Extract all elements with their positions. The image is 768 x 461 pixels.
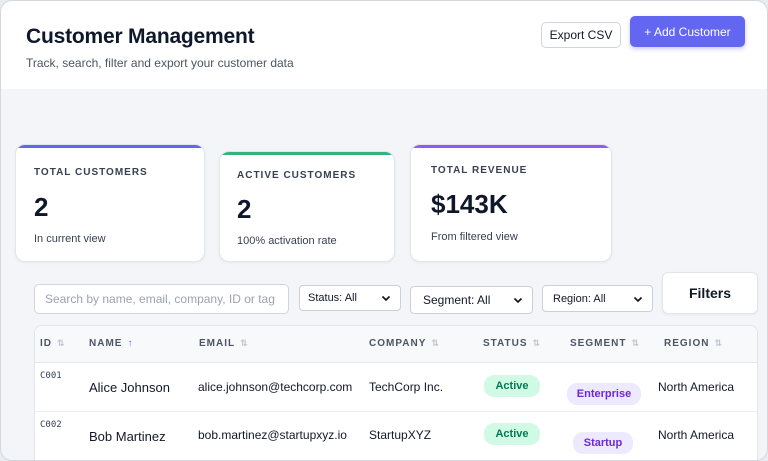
region-select-value: Region: All (553, 292, 606, 305)
column-header-status[interactable]: STATUS ⇅ (483, 338, 540, 349)
column-header-name[interactable]: NAME ↑ (89, 338, 132, 349)
sort-icon: ⇅ (631, 338, 639, 348)
card-accent-bar (16, 145, 204, 148)
cell-email: alice.johnson@techcorp.com (198, 380, 353, 394)
chevron-down-icon (633, 296, 643, 302)
stat-card-total-revenue: TOTAL REVENUE $143K From filtered view (410, 144, 612, 262)
stat-value: $143K (431, 189, 508, 219)
stat-card-active-customers: ACTIVE CUSTOMERS 2 100% activation rate (219, 151, 395, 262)
status-select[interactable]: Status: All (299, 285, 401, 311)
stat-value: 2 (34, 192, 49, 222)
sort-icon: ⇅ (240, 338, 248, 348)
table-row[interactable]: C002 Bob Martinez bob.martinez@startupxy… (35, 412, 757, 460)
stat-label: TOTAL REVENUE (431, 165, 528, 176)
add-customer-button[interactable]: + Add Customer (630, 16, 745, 47)
stat-label: TOTAL CUSTOMERS (34, 167, 148, 178)
cell-name: Alice Johnson (89, 380, 170, 395)
column-header-company[interactable]: COMPANY ⇅ (369, 338, 439, 349)
sort-icon: ⇅ (57, 338, 65, 348)
page-title: Customer Management (26, 25, 255, 48)
chevron-down-icon (513, 297, 523, 304)
column-header-segment[interactable]: SEGMENT ⇅ (570, 338, 639, 349)
stat-label: ACTIVE CUSTOMERS (237, 170, 357, 181)
segment-select-value: Segment: All (423, 293, 491, 307)
card-accent-bar (220, 152, 394, 155)
cell-company: StartupXYZ (369, 428, 432, 442)
status-badge: Active (484, 375, 540, 397)
filters-button[interactable]: Filters (662, 272, 758, 314)
stat-card-total-customers: TOTAL CUSTOMERS 2 In current view (15, 144, 205, 262)
cell-id: C002 (40, 420, 62, 430)
region-select[interactable]: Region: All (542, 285, 653, 312)
cell-email: bob.martinez@startupxyz.io (198, 428, 347, 442)
cell-id: C001 (40, 371, 62, 381)
card-accent-bar (411, 145, 611, 148)
status-badge: Active (484, 423, 540, 445)
sort-icon: ⇅ (431, 338, 439, 348)
table-header: ID ⇅ NAME ↑ EMAIL ⇅ COMPANY ⇅ STATUS ⇅ SEGMEN… (35, 326, 757, 363)
column-header-region[interactable]: REGION ⇅ (664, 338, 722, 349)
stat-subtext: In current view (34, 233, 106, 245)
cell-region: North America (658, 380, 735, 394)
cell-company: TechCorp Inc. (369, 380, 444, 394)
stat-value: 2 (237, 194, 252, 224)
segment-badge: Enterprise (567, 383, 641, 405)
export-csv-button[interactable]: Export CSV (541, 22, 621, 48)
cell-name: Bob Martinez (89, 429, 166, 444)
arrow-up-icon: ↑ (127, 338, 133, 349)
column-header-id[interactable]: ID ⇅ (40, 338, 65, 349)
column-header-email[interactable]: EMAIL ⇅ (199, 338, 248, 349)
search-input[interactable] (34, 284, 289, 314)
stat-subtext: 100% activation rate (237, 235, 337, 247)
segment-badge: Startup (573, 432, 633, 454)
cell-region: North America (658, 428, 735, 442)
sort-icon: ⇅ (714, 338, 722, 348)
page-subtitle: Track, search, filter and export your cu… (26, 56, 294, 70)
stat-subtext: From filtered view (431, 231, 518, 243)
page-header: Customer Management Track, search, filte… (1, 1, 767, 89)
customer-table: ID ⇅ NAME ↑ EMAIL ⇅ COMPANY ⇅ STATUS ⇅ SEGMEN… (34, 325, 758, 460)
table-row[interactable]: C001 Alice Johnson alice.johnson@techcor… (35, 363, 757, 412)
app-window: Customer Management Track, search, filte… (0, 0, 768, 461)
sort-icon: ⇅ (532, 338, 541, 348)
segment-select[interactable]: Segment: All (410, 286, 533, 314)
status-select-value: Status: All (308, 292, 357, 304)
chevron-down-icon (381, 295, 391, 302)
